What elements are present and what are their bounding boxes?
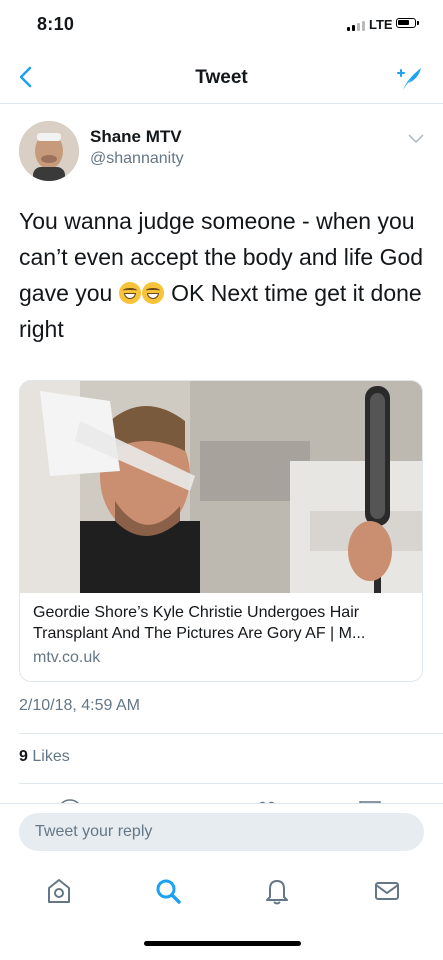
laughing-tears-emoji-icon [141, 282, 164, 304]
avatar[interactable] [19, 121, 79, 181]
status-time: 8:10 [37, 14, 75, 34]
signal-icon [347, 21, 365, 31]
likes-count: 9 [19, 748, 28, 765]
divider [0, 803, 443, 804]
link-preview-card[interactable]: Geordie Shore’s Kyle Christie Undergoes … [19, 380, 423, 682]
author-name[interactable]: Shane MTV [90, 127, 182, 147]
likes-label: Likes [32, 748, 70, 765]
likes-count-link[interactable]: 9 Likes [19, 748, 70, 766]
network-label: LTE [369, 17, 393, 32]
divider [19, 783, 443, 784]
link-preview-image [20, 381, 422, 593]
reply-input[interactable]: Tweet your reply [19, 813, 424, 851]
author-handle[interactable]: @shannanity [90, 150, 184, 168]
reply-placeholder: Tweet your reply [35, 823, 153, 840]
link-card-title: Geordie Shore’s Kyle Christie Undergoes … [33, 604, 366, 642]
home-indicator[interactable] [144, 941, 301, 946]
messages-icon[interactable] [372, 876, 402, 906]
notifications-icon[interactable] [262, 876, 292, 906]
link-card-domain: mtv.co.uk [33, 649, 101, 666]
divider [19, 733, 443, 734]
chevron-down-icon[interactable] [408, 134, 424, 144]
nav-divider [0, 103, 443, 104]
search-icon[interactable] [153, 876, 183, 906]
page-title: Tweet [195, 67, 248, 88]
compose-tweet-icon[interactable] [394, 63, 424, 93]
tweet-timestamp: 2/10/18, 4:59 AM [19, 697, 140, 714]
battery-icon [396, 18, 419, 28]
home-icon[interactable] [44, 876, 74, 906]
laughing-tears-emoji-icon [118, 282, 141, 304]
tweet-text: You wanna judge someone - when you can’t… [19, 203, 424, 347]
